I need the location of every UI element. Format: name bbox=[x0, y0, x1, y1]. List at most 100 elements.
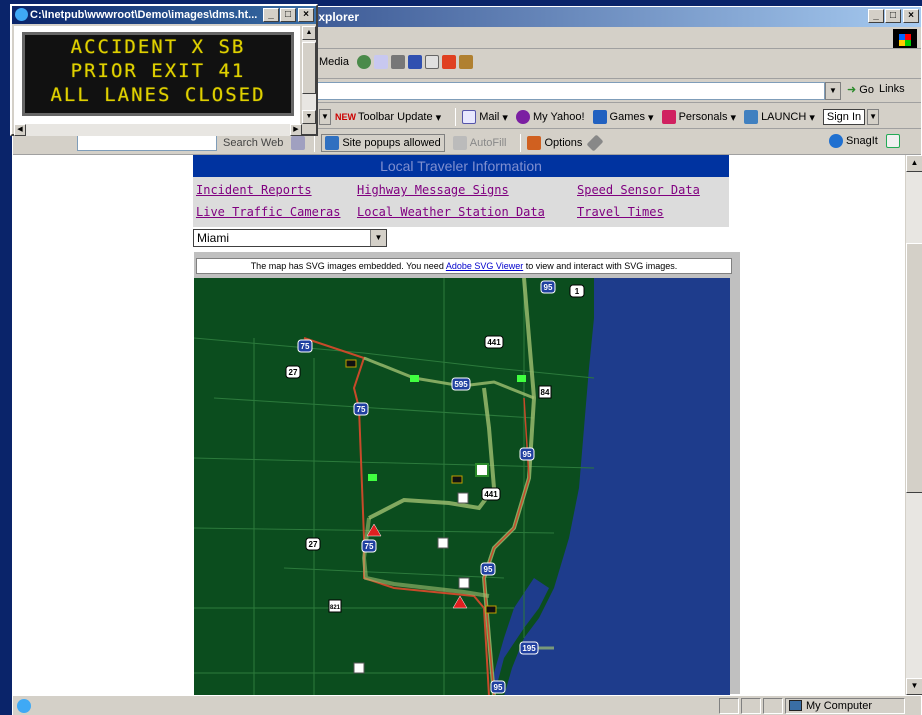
status-cell bbox=[719, 698, 739, 714]
popup-blocker-button[interactable]: Site popups allowed bbox=[321, 134, 445, 152]
go-button[interactable]: ➜ Go bbox=[847, 83, 874, 96]
autofill-button[interactable]: AutoFill bbox=[452, 136, 506, 150]
sr821-shield: 821 bbox=[328, 599, 342, 613]
windows-logo-icon bbox=[893, 29, 917, 48]
svg-text:821: 821 bbox=[330, 605, 341, 611]
link-speed-sensor-data[interactable]: Speed Sensor Data bbox=[577, 183, 700, 197]
turnpike-shield bbox=[475, 463, 489, 477]
traveler-page: Local Traveler Information Incident Repo… bbox=[181, 155, 751, 695]
toolbar-update-button[interactable]: NEW Toolbar Update ▾ bbox=[335, 111, 441, 124]
traffic-map[interactable]: 95 1 441 75 27 595 84 75 95 441 27 75 95 bbox=[194, 278, 730, 695]
ie-icon bbox=[15, 8, 28, 21]
history-icon[interactable] bbox=[356, 55, 371, 69]
scroll-down-button[interactable]: ▼ bbox=[302, 110, 316, 124]
sensor-icon bbox=[437, 537, 449, 549]
close-button[interactable]: × bbox=[903, 9, 919, 23]
computer-icon bbox=[789, 700, 802, 711]
link-highway-message-signs[interactable]: Highway Message Signs bbox=[357, 183, 509, 197]
word-icon[interactable] bbox=[407, 55, 422, 69]
dms-vertical-scrollbar[interactable]: ▲ ▼ bbox=[302, 26, 316, 124]
research-icon[interactable] bbox=[458, 55, 473, 69]
links-button[interactable]: Links bbox=[879, 83, 905, 95]
dms-content: ACCIDENT X SB PRIOR EXIT 41 ALL LANES CL… bbox=[14, 26, 300, 124]
chevron-down-icon: ▼ bbox=[370, 230, 386, 246]
close-button[interactable]: × bbox=[298, 8, 314, 22]
autofill-icon bbox=[452, 136, 467, 150]
search-web-button[interactable]: Search Web bbox=[223, 137, 283, 149]
page-vertical-scrollbar[interactable]: ▲ ▼ bbox=[905, 155, 922, 695]
yahoo-mail-button[interactable]: Mail ▾ bbox=[462, 110, 508, 124]
highlight-icon[interactable] bbox=[291, 136, 306, 150]
scroll-thumb[interactable] bbox=[906, 243, 922, 493]
mail-icon[interactable] bbox=[373, 55, 388, 69]
messenger-icon[interactable] bbox=[441, 55, 456, 69]
launch-button[interactable]: LAUNCH ▾ bbox=[744, 110, 815, 124]
address-dropdown-button[interactable]: ▼ bbox=[825, 82, 841, 100]
maximize-button[interactable]: □ bbox=[885, 9, 901, 23]
dms-title-bar: C:\Inetpub\wwwroot\Demo\images\dms.ht...… bbox=[12, 6, 316, 24]
dms-sign-icon bbox=[485, 605, 497, 614]
svg-text:595: 595 bbox=[454, 380, 468, 389]
go-arrow-icon: ➜ bbox=[847, 84, 857, 96]
scroll-up-button[interactable]: ▲ bbox=[906, 155, 922, 172]
link-travel-times[interactable]: Travel Times bbox=[577, 205, 664, 219]
nav-link-table: Incident Reports Highway Message Signs S… bbox=[193, 177, 729, 227]
status-bar: My Computer bbox=[13, 695, 921, 715]
maximize-button[interactable]: □ bbox=[280, 8, 296, 22]
i75-shield-mid: 75 bbox=[353, 402, 369, 416]
heart-icon bbox=[661, 110, 676, 124]
camera-icon bbox=[517, 375, 526, 382]
scroll-left-button[interactable]: ◀ bbox=[14, 124, 26, 136]
popup-icon bbox=[325, 136, 340, 150]
yahoo-dropdown[interactable]: ▼ bbox=[319, 109, 331, 125]
svg-text:195: 195 bbox=[522, 644, 536, 653]
i595-shield: 595 bbox=[451, 377, 471, 391]
status-cell bbox=[741, 698, 761, 714]
link-incident-reports[interactable]: Incident Reports bbox=[196, 183, 312, 197]
games-button[interactable]: Games ▾ bbox=[592, 110, 654, 124]
i195-shield: 195 bbox=[519, 641, 539, 655]
options-icon bbox=[527, 136, 542, 150]
link-live-traffic-cameras[interactable]: Live Traffic Cameras bbox=[196, 205, 341, 219]
city-select[interactable]: Miami ▼ bbox=[193, 229, 387, 247]
i75-shield: 75 bbox=[297, 339, 313, 353]
capture-window-icon[interactable] bbox=[885, 134, 900, 148]
svg-text:441: 441 bbox=[487, 338, 501, 347]
adobe-svg-viewer-link[interactable]: Adobe SVG Viewer bbox=[446, 261, 523, 271]
dms-sign-icon bbox=[451, 475, 463, 484]
link-local-weather-station-data[interactable]: Local Weather Station Data bbox=[357, 205, 545, 219]
pencil-icon[interactable] bbox=[586, 134, 604, 152]
sr84-shield: 84 bbox=[538, 385, 552, 399]
media-button[interactable]: Media bbox=[319, 56, 349, 68]
sign-in-dropdown[interactable]: ▼ bbox=[867, 109, 880, 125]
svg-text:75: 75 bbox=[301, 342, 310, 351]
camera-icon bbox=[410, 375, 419, 382]
scroll-right-button[interactable]: ▶ bbox=[290, 124, 302, 136]
personals-button[interactable]: Personals ▾ bbox=[661, 110, 736, 124]
sign-line: ACCIDENT X SB bbox=[70, 36, 246, 58]
options-button[interactable]: Options bbox=[527, 136, 582, 150]
minimize-button[interactable]: _ bbox=[263, 8, 279, 22]
sr441-shield-mid: 441 bbox=[481, 487, 501, 501]
sign-in-button[interactable]: Sign In bbox=[822, 109, 866, 125]
envelope-icon bbox=[462, 110, 477, 124]
dms-horizontal-scrollbar[interactable]: ◀ ▶ bbox=[14, 124, 302, 136]
scroll-thumb[interactable] bbox=[302, 42, 316, 94]
snagit-button[interactable]: SnagIt bbox=[829, 134, 878, 148]
dms-popup-window[interactable]: C:\Inetpub\wwwroot\Demo\images\dms.ht...… bbox=[10, 4, 318, 136]
print-icon[interactable] bbox=[390, 55, 405, 69]
zone-indicator: My Computer bbox=[785, 698, 905, 714]
i95-shield: 95 bbox=[540, 280, 556, 294]
scroll-up-button[interactable]: ▲ bbox=[302, 26, 316, 40]
svg-text:27: 27 bbox=[309, 540, 318, 549]
my-yahoo-button[interactable]: My Yahoo! bbox=[515, 110, 585, 124]
sr27-shield: 27 bbox=[285, 365, 301, 379]
discuss-icon[interactable] bbox=[424, 55, 439, 69]
separator bbox=[455, 108, 457, 126]
camera-icon bbox=[368, 474, 377, 481]
scroll-down-button[interactable]: ▼ bbox=[906, 678, 922, 695]
page-status-icon bbox=[17, 699, 31, 713]
svg-text:95: 95 bbox=[494, 683, 503, 692]
sr441-shield: 441 bbox=[484, 335, 504, 349]
minimize-button[interactable]: _ bbox=[868, 9, 884, 23]
